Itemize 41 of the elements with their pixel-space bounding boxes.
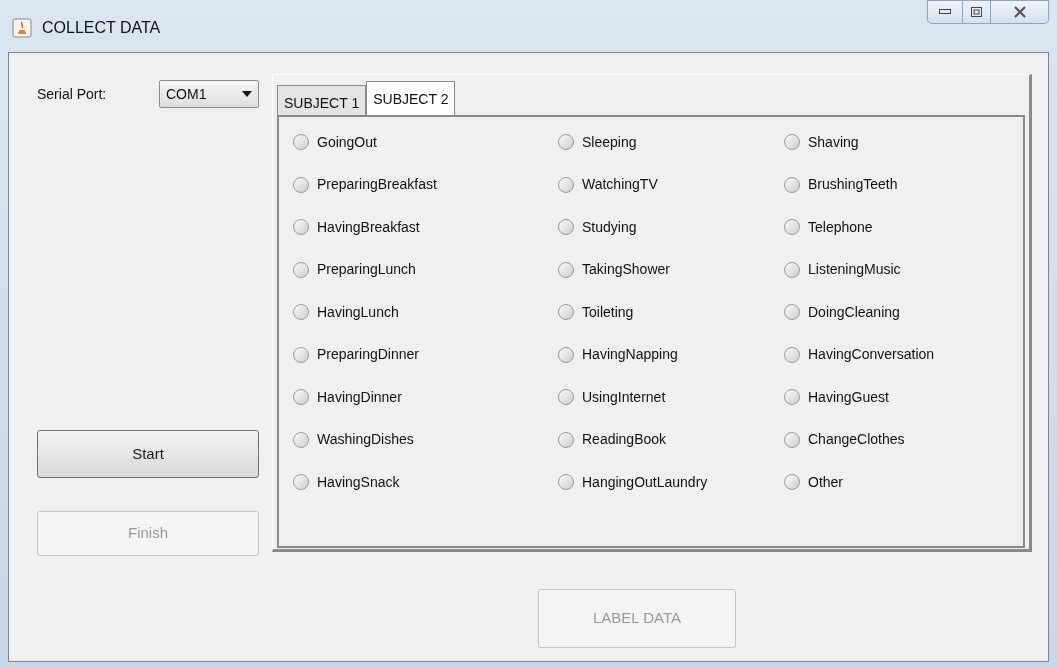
- activity-radio[interactable]: TakingShower: [558, 258, 670, 281]
- activity-radio[interactable]: ChangeClothes: [784, 428, 905, 451]
- activity-radio[interactable]: Other: [784, 471, 843, 493]
- activity-radio[interactable]: Shaving: [784, 131, 859, 153]
- activity-radio[interactable]: PreparingDinner: [293, 343, 419, 366]
- close-icon: [1012, 6, 1027, 18]
- activity-radio[interactable]: HavingLunch: [293, 301, 399, 323]
- activity-radio[interactable]: DoingCleaning: [784, 301, 900, 323]
- activity-radio[interactable]: ReadingBook: [558, 428, 667, 451]
- activity-radio[interactable]: BrushingTeeth: [784, 173, 898, 196]
- port-dropdown[interactable]: COM1: [159, 80, 259, 108]
- maximize-icon: [971, 7, 982, 17]
- app-icon: [12, 18, 32, 38]
- activity-radio[interactable]: Studying: [558, 216, 637, 238]
- activity-radio[interactable]: HavingDinner: [293, 386, 402, 408]
- activity-radio[interactable]: HavingBreakfast: [293, 216, 420, 238]
- minimize-icon: [939, 9, 951, 15]
- activity-radio[interactable]: UsingInternet: [558, 386, 666, 408]
- activity-radio[interactable]: HavingNapping: [558, 343, 678, 366]
- caret-icon: [242, 91, 252, 97]
- activity-radio[interactable]: Sleeping: [558, 131, 637, 153]
- tab[interactable]: SUBJECT 1: [277, 85, 367, 115]
- activity-radio[interactable]: HavingConversation: [784, 343, 935, 366]
- activity-radio[interactable]: HangingOutLaundry: [558, 471, 708, 493]
- activity-radio[interactable]: PreparingBreakfast: [293, 173, 437, 196]
- activity-radio[interactable]: HavingGuest: [784, 386, 889, 408]
- tab[interactable]: SUBJECT 2: [366, 81, 456, 115]
- window-title: COLLECT DATA: [42, 18, 161, 38]
- activity-radio[interactable]: Toileting: [558, 301, 634, 323]
- activity-radio[interactable]: GoingOut: [293, 131, 377, 153]
- activity-radio[interactable]: ListeningMusic: [784, 258, 901, 281]
- activity-radio[interactable]: HavingSnack: [293, 471, 400, 493]
- activity-radio[interactable]: WashingDishes: [293, 428, 414, 451]
- activity-radio[interactable]: Telephone: [784, 216, 873, 238]
- serial-port-label: Serial Port:: [37, 84, 108, 104]
- action-button[interactable]: Start: [37, 430, 259, 478]
- minimize-button[interactable]: [927, 0, 963, 24]
- activity-radio[interactable]: PreparingLunch: [293, 258, 416, 281]
- close-button[interactable]: [991, 0, 1049, 24]
- maximize-button[interactable]: [963, 0, 991, 24]
- activity-radio[interactable]: WatchingTV: [558, 173, 658, 196]
